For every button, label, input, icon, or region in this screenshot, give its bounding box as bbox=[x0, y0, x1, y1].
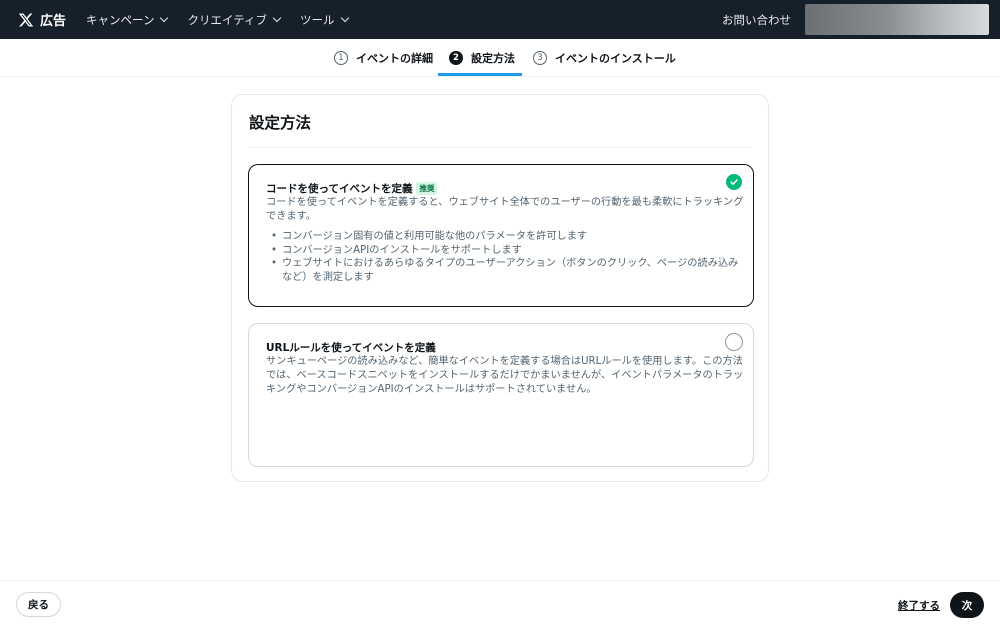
step-setup-method[interactable]: 2 設定方法 bbox=[449, 39, 515, 77]
nav-item-label: キャンペーン bbox=[86, 12, 155, 27]
option-title-text: コードを使ってイベントを定義 bbox=[266, 183, 413, 195]
back-button[interactable]: 戻る bbox=[16, 592, 61, 617]
option-description: コードを使ってイベントを定義すると、ウェブサイト全体でのユーザーの行動を最も柔軟… bbox=[266, 197, 744, 222]
step-label: 設定方法 bbox=[471, 52, 515, 65]
step-event-install[interactable]: 3 イベントのインストール bbox=[533, 39, 676, 77]
nav-item-tools[interactable]: ツール bbox=[300, 12, 349, 28]
setup-method-card: 設定方法 コードを使ってイベントを定義 推奨 コードを使ってイベントを定義すると… bbox=[231, 94, 769, 482]
checkmark-icon[interactable] bbox=[726, 174, 742, 190]
contact-link[interactable]: お問い合わせ bbox=[722, 12, 791, 28]
step-number: 3 bbox=[533, 51, 547, 65]
step-label: イベントのインストール bbox=[555, 52, 676, 65]
nav-item-label: クリエイティブ bbox=[187, 12, 268, 27]
chevron-down-icon bbox=[340, 13, 349, 22]
next-button[interactable]: 次 bbox=[950, 592, 984, 618]
option-url-rules[interactable]: URLルールを使ってイベントを定義 サンキューページの読み込みなど、簡単なイベン… bbox=[248, 323, 754, 467]
chevron-down-icon bbox=[160, 13, 169, 22]
step-number: 2 bbox=[449, 51, 463, 65]
x-logo-icon bbox=[18, 12, 34, 28]
option-title: URLルールを使ってイベントを定義 bbox=[266, 340, 436, 355]
option-title: コードを使ってイベントを定義 推奨 bbox=[266, 181, 438, 196]
divider bbox=[249, 147, 752, 148]
step-event-details[interactable]: 1 イベントの詳細 bbox=[334, 39, 433, 77]
nav-item-label: ツール bbox=[300, 12, 335, 27]
option-code-events[interactable]: コードを使ってイベントを定義 推奨 コードを使ってイベントを定義すると、ウェブサ… bbox=[248, 164, 754, 307]
radio-button[interactable] bbox=[725, 333, 743, 351]
list-item: コンバージョン固有の値と利用可能な他のパラメータを許可します bbox=[271, 230, 741, 244]
nav-item-campaigns[interactable]: キャンペーン bbox=[86, 12, 169, 28]
option-feature-list: コンバージョン固有の値と利用可能な他のパラメータを許可します コンバージョンAP… bbox=[271, 230, 741, 284]
brand-text: 広告 bbox=[40, 14, 67, 29]
footer-bar: 戻る 終了する 次 bbox=[0, 580, 1000, 627]
list-item: コンバージョンAPIのインストールをサポートします bbox=[271, 244, 741, 258]
recommended-badge: 推奨 bbox=[416, 182, 438, 195]
chevron-down-icon bbox=[272, 13, 282, 22]
account-switcher[interactable] bbox=[805, 4, 989, 35]
option-description: サンキューページの読み込みなど、簡単なイベントを定義する場合はURLルールを使用… bbox=[266, 356, 744, 395]
page-title: 設定方法 bbox=[249, 114, 312, 132]
list-item: ウェブサイトにおけるあらゆるタイプのユーザーアクション（ボタンのクリック、ページ… bbox=[271, 257, 741, 284]
step-number: 1 bbox=[334, 51, 348, 65]
top-nav-bar: 広告 キャンペーン クリエイティブ ツール お問い合わせ bbox=[0, 0, 1000, 39]
finish-button[interactable]: 終了する bbox=[898, 598, 940, 613]
nav-right: お問い合わせ bbox=[722, 4, 1000, 35]
nav-item-creatives[interactable]: クリエイティブ bbox=[187, 12, 282, 28]
brand[interactable]: 広告 bbox=[18, 10, 66, 29]
active-step-indicator bbox=[438, 73, 522, 76]
step-label: イベントの詳細 bbox=[356, 52, 433, 65]
option-title-text: URLルールを使ってイベントを定義 bbox=[266, 342, 436, 354]
setup-stepper: 1 イベントの詳細 2 設定方法 3 イベントのインストール bbox=[0, 39, 1000, 77]
